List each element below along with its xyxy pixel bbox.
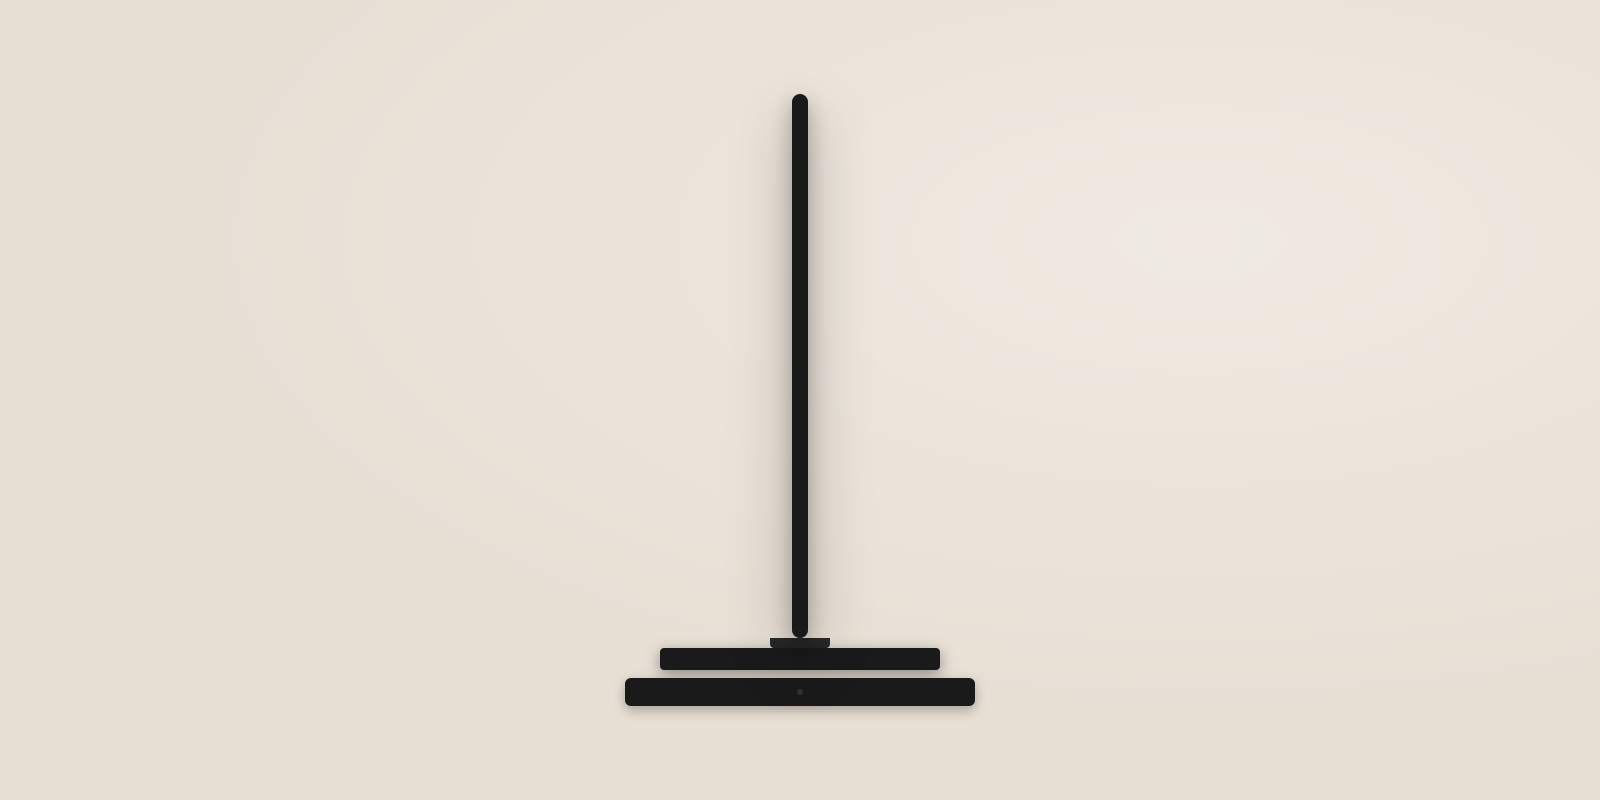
tv-frame: DTV 6-1 📺 Antenna... Live TV ✓ [792, 94, 808, 638]
stand-neck [770, 638, 830, 648]
soundbar [625, 678, 975, 706]
stand-base [660, 648, 940, 670]
tv-stand [660, 638, 940, 670]
soundbar-dot [797, 689, 803, 695]
